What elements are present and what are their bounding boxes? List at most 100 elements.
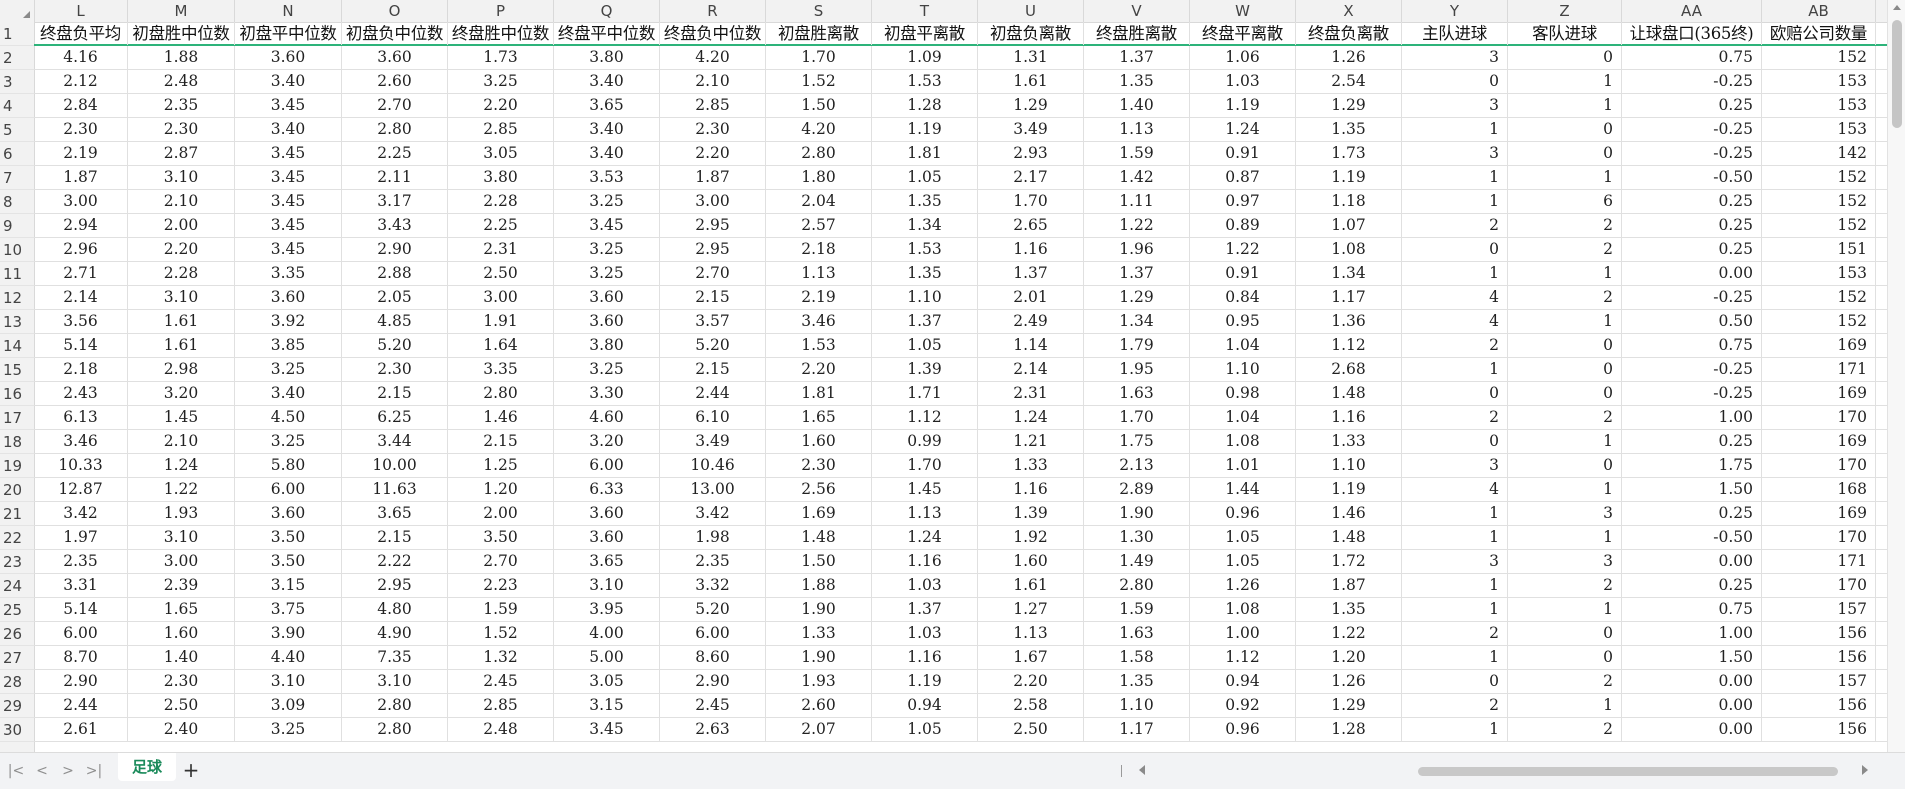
table-cell[interactable]: 2.05	[342, 286, 448, 309]
table-cell[interactable]: 2.48	[448, 718, 554, 741]
table-cell[interactable]: 1.05	[872, 718, 978, 741]
table-cell[interactable]: 2.01	[978, 286, 1084, 309]
table-cell[interactable]: 3.32	[660, 574, 766, 597]
table-cell[interactable]: 3.65	[554, 550, 660, 573]
row-header[interactable]: 30	[0, 718, 34, 742]
column-title-cell[interactable]: 终盘胜离散	[1084, 22, 1190, 45]
table-cell[interactable]: 5.80	[235, 454, 342, 477]
table-cell[interactable]: 3.60	[235, 286, 342, 309]
table-cell[interactable]: 7.35	[342, 646, 448, 669]
table-cell[interactable]: 5.14	[34, 598, 128, 621]
table-cell[interactable]: 0	[1402, 70, 1508, 93]
table-cell[interactable]: 1.22	[1296, 622, 1402, 645]
table-cell[interactable]: 2.50	[978, 718, 1084, 741]
table-cell[interactable]: 6.00	[660, 622, 766, 645]
table-cell[interactable]: 0.94	[872, 694, 978, 717]
table-cell[interactable]: 1	[1402, 118, 1508, 141]
row-header[interactable]: 24	[0, 574, 34, 598]
table-cell[interactable]: 0.98	[1190, 382, 1296, 405]
table-cell[interactable]: 3.60	[342, 46, 448, 69]
row-header[interactable]: 18	[0, 430, 34, 454]
row-header[interactable]: 1	[0, 22, 34, 46]
table-cell[interactable]: 4	[1402, 310, 1508, 333]
table-cell[interactable]: 2.15	[342, 526, 448, 549]
table-cell[interactable]: 2.15	[342, 382, 448, 405]
table-cell[interactable]: 2.10	[128, 430, 235, 453]
table-cell[interactable]: 1.48	[766, 526, 872, 549]
table-cell[interactable]: 1	[1402, 574, 1508, 597]
table-cell[interactable]: 3	[1508, 502, 1622, 525]
column-header-q[interactable]: Q	[554, 0, 660, 22]
table-cell[interactable]: 4.50	[235, 406, 342, 429]
table-cell[interactable]: 6.00	[554, 454, 660, 477]
table-cell[interactable]: 2.65	[978, 214, 1084, 237]
table-cell[interactable]: 2.35	[128, 94, 235, 117]
table-cell[interactable]: 0.00	[1622, 670, 1762, 693]
table-cell[interactable]: 1.34	[1084, 310, 1190, 333]
table-cell[interactable]: 1.79	[1084, 334, 1190, 357]
table-cell[interactable]: 152	[1762, 214, 1876, 237]
select-all-corner[interactable]	[0, 0, 35, 22]
table-cell[interactable]: 1.26	[1296, 670, 1402, 693]
table-cell[interactable]: 156	[1762, 718, 1876, 741]
table-cell[interactable]: 1.70	[766, 46, 872, 69]
table-cell[interactable]: 3.75	[235, 598, 342, 621]
table-cell[interactable]: 0.25	[1622, 190, 1762, 213]
table-cell[interactable]: 2.89	[1084, 478, 1190, 501]
table-cell[interactable]: 2.49	[978, 310, 1084, 333]
table-cell[interactable]: 2.00	[448, 502, 554, 525]
table-cell[interactable]: 3	[1402, 454, 1508, 477]
table-cell[interactable]: 3.25	[235, 430, 342, 453]
table-cell[interactable]: 6.00	[34, 622, 128, 645]
table-cell[interactable]: 1.17	[1084, 718, 1190, 741]
row-header[interactable]: 6	[0, 142, 34, 166]
table-cell[interactable]: 1.10	[872, 286, 978, 309]
table-cell[interactable]: 1.24	[978, 406, 1084, 429]
table-cell[interactable]: 12.87	[34, 478, 128, 501]
row-header[interactable]: 15	[0, 358, 34, 382]
table-cell[interactable]: 1.19	[1190, 94, 1296, 117]
table-cell[interactable]: 1.59	[1084, 598, 1190, 621]
column-header-z[interactable]: Z	[1508, 0, 1622, 22]
table-cell[interactable]: 2.95	[660, 238, 766, 261]
table-cell[interactable]: 2	[1508, 214, 1622, 237]
table-cell[interactable]: 0.25	[1622, 430, 1762, 453]
table-cell[interactable]: 1.39	[978, 502, 1084, 525]
table-cell[interactable]: 1.40	[1084, 94, 1190, 117]
table-cell[interactable]: 1.17	[1296, 286, 1402, 309]
column-title-cell[interactable]: 初盘负中位数	[342, 22, 448, 45]
table-cell[interactable]: 170	[1762, 454, 1876, 477]
column-header-w[interactable]: W	[1190, 0, 1296, 22]
row-header[interactable]: 5	[0, 118, 34, 142]
table-cell[interactable]: 1.50	[766, 94, 872, 117]
table-cell[interactable]: 0.25	[1622, 502, 1762, 525]
table-cell[interactable]: 3.60	[554, 502, 660, 525]
table-cell[interactable]: 1.19	[1296, 478, 1402, 501]
table-cell[interactable]: 2.90	[342, 238, 448, 261]
table-cell[interactable]: 3.35	[235, 262, 342, 285]
table-cell[interactable]: 0	[1508, 142, 1622, 165]
table-cell[interactable]: 1.36	[1296, 310, 1402, 333]
table-cell[interactable]: 1.50	[1622, 646, 1762, 669]
table-cell[interactable]: 1.61	[978, 70, 1084, 93]
table-cell[interactable]: 1.19	[872, 670, 978, 693]
table-cell[interactable]: 3.10	[128, 166, 235, 189]
table-cell[interactable]: 2.18	[766, 238, 872, 261]
row-header[interactable]: 27	[0, 646, 34, 670]
row-header[interactable]: 28	[0, 670, 34, 694]
row-header[interactable]: 23	[0, 550, 34, 574]
table-cell[interactable]: 1.53	[872, 70, 978, 93]
column-title-cell[interactable]: 终盘平离散	[1190, 22, 1296, 45]
table-cell[interactable]: 0.00	[1622, 718, 1762, 741]
table-cell[interactable]: 3	[1402, 550, 1508, 573]
table-cell[interactable]: 1.10	[1190, 358, 1296, 381]
table-cell[interactable]: 2.94	[34, 214, 128, 237]
table-cell[interactable]: 1.16	[872, 646, 978, 669]
table-cell[interactable]: 0	[1508, 622, 1622, 645]
table-cell[interactable]: 1.33	[766, 622, 872, 645]
table-cell[interactable]: 1.40	[128, 646, 235, 669]
table-cell[interactable]: 1.25	[448, 454, 554, 477]
table-cell[interactable]: 2	[1402, 214, 1508, 237]
table-cell[interactable]: 1.87	[34, 166, 128, 189]
table-cell[interactable]: 2.15	[660, 286, 766, 309]
